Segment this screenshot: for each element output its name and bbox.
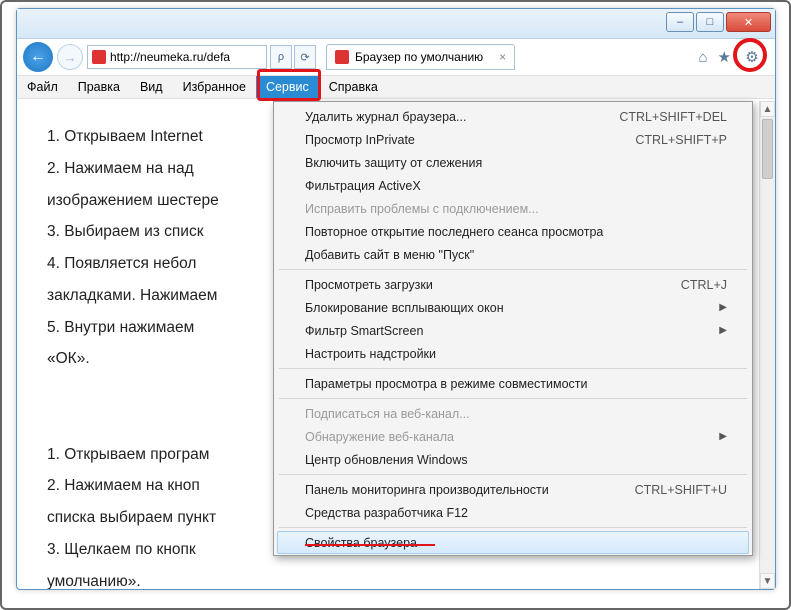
- menubar: ФайлПравкаВидИзбранноеСервисСправка: [17, 75, 775, 99]
- menu-item-label: Центр обновления Windows: [305, 453, 468, 467]
- refresh-button[interactable]: ⟳: [294, 45, 316, 69]
- address-bar[interactable]: http://neumeka.ru/defa: [87, 45, 267, 69]
- menu-item-label: Удалить журнал браузера...: [305, 110, 466, 124]
- menu-item: Подписаться на веб-канал...: [277, 402, 749, 425]
- menu-item-label: Просмотр InPrivate: [305, 133, 415, 147]
- search-toggle[interactable]: ρ: [270, 45, 292, 69]
- menu-separator: [279, 398, 747, 399]
- menu-item[interactable]: Повторное открытие последнего сеанса про…: [277, 220, 749, 243]
- menu-item-label: Свойства браузера: [305, 536, 417, 550]
- back-button[interactable]: ←: [23, 42, 53, 72]
- menu-item[interactable]: Свойства браузера: [277, 531, 749, 554]
- site-favicon: [92, 50, 106, 64]
- browser-tab[interactable]: Браузер по умолчанию ×: [326, 44, 515, 70]
- menu-item-label: Средства разработчика F12: [305, 506, 468, 520]
- menu-separator: [279, 269, 747, 270]
- submenu-arrow-icon: ▶: [719, 325, 727, 336]
- tools-gear-icon[interactable]: ⚙: [741, 46, 763, 68]
- forward-button[interactable]: →: [57, 44, 83, 70]
- menu-item[interactable]: Фильтрация ActiveX: [277, 174, 749, 197]
- menu-item[interactable]: Блокирование всплывающих окон ▶: [277, 296, 749, 319]
- menu-вид[interactable]: Вид: [130, 76, 173, 98]
- menu-item-label: Фильтр SmartScreen: [305, 324, 423, 338]
- menu-файл[interactable]: Файл: [17, 76, 68, 98]
- menu-правка[interactable]: Правка: [68, 76, 130, 98]
- vertical-scrollbar[interactable]: ▲ ▼: [759, 101, 775, 589]
- menu-item-label: Обнаружение веб-канала: [305, 430, 454, 444]
- menu-item-label: Параметры просмотра в режиме совместимос…: [305, 377, 588, 391]
- menu-item[interactable]: Фильтр SmartScreen ▶: [277, 319, 749, 342]
- scroll-up-arrow[interactable]: ▲: [760, 101, 775, 117]
- menu-справка[interactable]: Справка: [319, 76, 388, 98]
- menu-item[interactable]: Параметры просмотра в режиме совместимос…: [277, 372, 749, 395]
- menu-separator: [279, 368, 747, 369]
- menu-shortcut: CTRL+SHIFT+P: [635, 133, 727, 147]
- menu-item-label: Просмотреть загрузки: [305, 278, 433, 292]
- menu-item[interactable]: Просмотреть загрузки CTRL+J: [277, 273, 749, 296]
- menu-item-label: Настроить надстройки: [305, 347, 436, 361]
- menu-item-label: Добавить сайт в меню "Пуск": [305, 248, 474, 262]
- menu-item[interactable]: Настроить надстройки: [277, 342, 749, 365]
- menu-separator: [279, 474, 747, 475]
- menu-item-label: Панель мониторинга производительности: [305, 483, 549, 497]
- highlight-underline: [305, 544, 435, 546]
- menu-item[interactable]: Центр обновления Windows: [277, 448, 749, 471]
- tab-close-icon[interactable]: ×: [499, 50, 506, 64]
- menu-item-label: Повторное открытие последнего сеанса про…: [305, 225, 603, 239]
- menu-item[interactable]: Средства разработчика F12: [277, 501, 749, 524]
- menu-shortcut: CTRL+SHIFT+U: [635, 483, 727, 497]
- menu-shortcut: CTRL+J: [681, 278, 727, 292]
- submenu-arrow-icon: ▶: [719, 302, 727, 313]
- maximize-button[interactable]: □: [696, 12, 724, 32]
- scroll-down-arrow[interactable]: ▼: [760, 573, 775, 589]
- home-icon[interactable]: ⌂: [698, 49, 707, 66]
- submenu-arrow-icon: ▶: [719, 431, 727, 442]
- content-line: умолчанию».: [47, 566, 729, 589]
- menu-item[interactable]: Включить защиту от слежения: [277, 151, 749, 174]
- menu-separator: [279, 527, 747, 528]
- address-url: http://neumeka.ru/defa: [110, 50, 230, 64]
- titlebar: – □ ✕: [17, 9, 775, 39]
- menu-item[interactable]: Удалить журнал браузера... CTRL+SHIFT+DEL: [277, 105, 749, 128]
- menu-item: Обнаружение веб-канала ▶: [277, 425, 749, 448]
- tab-title: Браузер по умолчанию: [355, 50, 483, 64]
- menu-item-label: Подписаться на веб-канал...: [305, 407, 470, 421]
- menu-сервис[interactable]: Сервис: [256, 76, 319, 98]
- menu-item-label: Исправить проблемы с подключением...: [305, 202, 539, 216]
- navigation-row: ← → http://neumeka.ru/defa ρ ⟳ Браузер п…: [17, 39, 775, 75]
- minimize-button[interactable]: –: [666, 12, 694, 32]
- menu-избранное[interactable]: Избранное: [173, 76, 256, 98]
- menu-shortcut: CTRL+SHIFT+DEL: [619, 110, 727, 124]
- menu-item[interactable]: Просмотр InPrivate CTRL+SHIFT+P: [277, 128, 749, 151]
- menu-item: Исправить проблемы с подключением...: [277, 197, 749, 220]
- menu-item[interactable]: Добавить сайт в меню "Пуск": [277, 243, 749, 266]
- menu-item-label: Блокирование всплывающих окон: [305, 301, 504, 315]
- tools-dropdown-menu: Удалить журнал браузера... CTRL+SHIFT+DEL…: [273, 101, 753, 556]
- favorites-star-icon[interactable]: ★: [718, 48, 731, 66]
- scroll-thumb[interactable]: [762, 119, 773, 179]
- menu-item[interactable]: Панель мониторинга производительности CTR…: [277, 478, 749, 501]
- close-button[interactable]: ✕: [726, 12, 771, 32]
- tab-favicon: [335, 50, 349, 64]
- menu-item-label: Фильтрация ActiveX: [305, 179, 421, 193]
- menu-item-label: Включить защиту от слежения: [305, 156, 482, 170]
